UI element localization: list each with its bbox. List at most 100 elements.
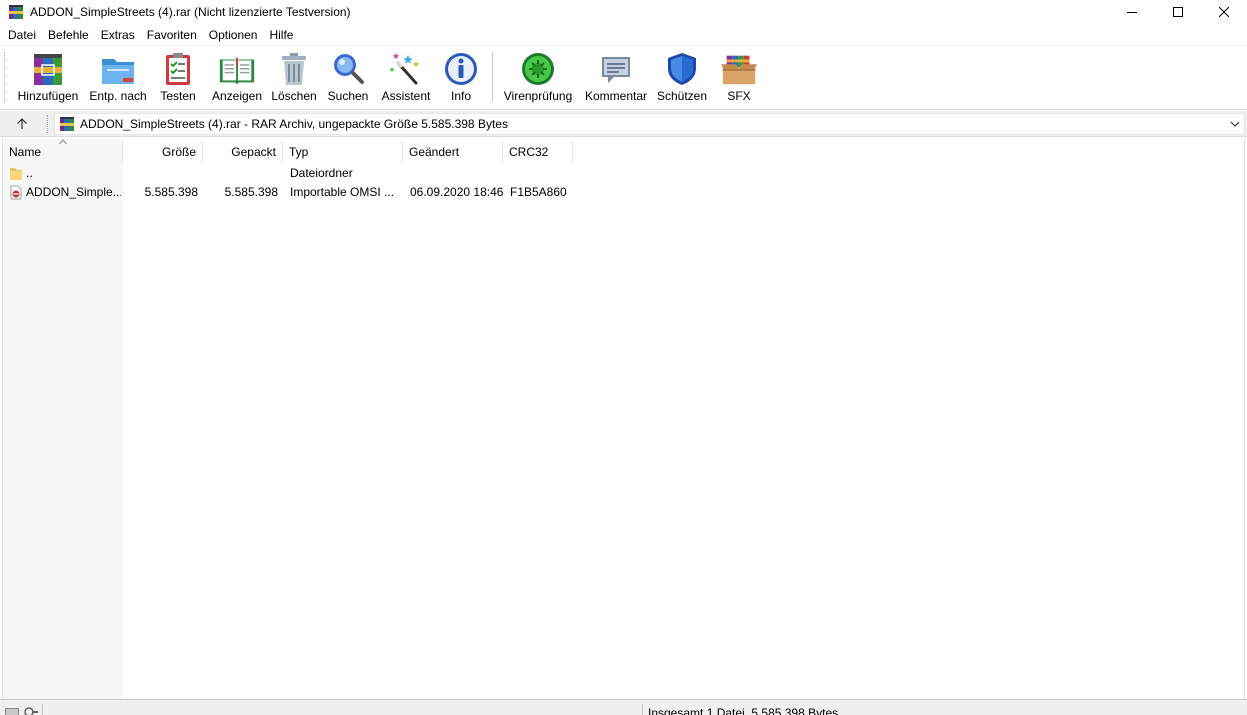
cell-crc32: F1B5A860 [510,185,567,199]
minimize-button[interactable] [1109,0,1155,24]
test-button[interactable]: Testen [156,50,200,106]
delete-button-label: Löschen [271,89,317,103]
sfx-button-label: SFX [727,89,751,103]
column-header-packed[interactable]: Gepackt [203,141,283,163]
name-column-background [3,139,123,699]
column-header-crc32[interactable]: CRC32 [503,141,573,163]
maximize-button[interactable] [1155,0,1201,24]
omsi-file-icon [10,185,22,200]
search-icon [334,54,364,84]
sfx-button[interactable]: SFX [716,50,762,106]
protect-button-label: Schützen [656,89,708,103]
cell-modified [410,164,505,183]
menu-bar: Datei Befehle Extras Favoriten Optionen … [0,24,1247,46]
menu-optionen[interactable]: Optionen [203,24,264,46]
menu-befehle[interactable]: Befehle [42,24,95,46]
sfx-box-icon [720,55,758,85]
info-icon [445,53,477,85]
menu-extras[interactable]: Extras [95,24,141,46]
sort-ascending-icon [59,139,67,145]
comment-button[interactable]: Kommentar [582,50,650,106]
add-button-label: Hinzufügen [17,89,79,103]
menu-favoriten[interactable]: Favoriten [141,24,203,46]
status-divider [42,704,43,715]
address-text: ADDON_SimpleStreets (4).rar - RAR Archiv… [80,117,508,131]
wizard-button-label: Assistent [381,89,431,103]
delete-button[interactable]: Löschen [270,50,318,106]
winrar-app-icon [9,5,23,19]
minimize-icon [1127,12,1137,13]
comment-button-label: Kommentar [584,89,648,103]
wizard-wand-icon [389,53,419,85]
file-list[interactable]: Name Größe Gepackt Typ Geändert CRC32 ..… [2,139,1244,699]
cell-name: .. [26,166,33,180]
address-grip[interactable] [47,115,49,133]
status-bar: Insgesamt 1 Datei, 5.585.398 Bytes [0,699,1247,715]
cell-packed [203,164,278,183]
cell-size [123,164,198,183]
column-header-modified[interactable]: Geändert [403,141,503,163]
toolbar: Hinzufügen Entp. nach Testen Anzeigen Lö… [0,46,1247,110]
add-archive-icon [34,54,62,85]
window-controls [1109,0,1247,24]
toolbar-separator [492,52,493,102]
cell-type: Importable OMSI ... [290,185,395,199]
view-button[interactable]: Anzeigen [208,50,266,106]
file-list-header: Name Größe Gepackt Typ Geändert CRC32 [3,139,1245,164]
close-icon [1219,7,1229,17]
column-header-name[interactable]: Name [3,139,123,163]
column-header-modified-label: Geändert [409,145,460,159]
cell-modified: 06.09.2020 18:46 [410,185,504,199]
test-button-label: Testen [160,89,196,103]
virus-scan-button-label: Virenprüfung [503,89,573,103]
search-button[interactable]: Suchen [326,50,370,106]
folder-icon [10,168,22,180]
title-bar: ADDON_SimpleStreets (4).rar (Nicht lizen… [0,0,1247,24]
virus-scan-button[interactable]: Virenprüfung [500,50,576,106]
protect-button[interactable]: Schützen [656,50,708,106]
info-button-label: Info [450,89,471,103]
address-bar: ADDON_SimpleStreets (4).rar - RAR Archiv… [0,111,1247,137]
trash-icon [282,53,306,85]
drive-icon[interactable] [4,706,20,715]
column-header-size-label: Größe [161,145,196,159]
view-book-icon [219,57,255,85]
toolbar-grip[interactable] [4,52,6,104]
menu-hilfe[interactable]: Hilfe [263,24,299,46]
virus-scan-icon [522,53,554,85]
up-one-level-button[interactable] [8,114,36,134]
cell-type: Dateiordner [290,166,353,180]
address-field[interactable]: ADDON_SimpleStreets (4).rar - RAR Archiv… [54,113,1245,135]
status-divider [642,704,643,715]
view-button-label: Anzeigen [211,89,263,103]
column-header-type[interactable]: Typ [283,141,403,163]
info-button[interactable]: Info [442,50,480,106]
extract-to-button[interactable]: Entp. nach [86,50,150,106]
add-button[interactable]: Hinzufügen [14,50,82,106]
window-title: ADDON_SimpleStreets (4).rar (Nicht lizen… [30,5,351,19]
table-row[interactable]: .. Dateiordner [3,164,1245,183]
column-header-size[interactable]: Größe [123,141,203,163]
arrow-up-icon [17,118,27,129]
wizard-button[interactable]: Assistent [378,50,434,106]
extract-folder-icon [102,59,134,84]
status-icons [4,706,39,715]
column-header-name-label: Name [9,145,42,159]
search-button-label: Suchen [327,89,369,103]
cell-crc32 [510,164,575,183]
column-header-type-label: Typ [289,145,309,159]
shield-icon [668,53,696,85]
test-checklist-icon [166,53,190,85]
cell-size: 5.585.398 [144,185,198,199]
maximize-icon [1173,7,1183,17]
column-header-packed-label: Gepackt [231,145,276,159]
chevron-down-icon[interactable] [1230,118,1240,130]
close-button[interactable] [1201,0,1247,24]
rar-archive-icon [60,117,74,131]
table-row[interactable]: ADDON_Simple... 5.585.398 5.585.398 Impo… [3,183,1245,202]
cell-name: ADDON_Simple... [26,185,121,199]
extract-to-button-label: Entp. nach [89,89,147,103]
menu-datei[interactable]: Datei [2,24,42,46]
key-lock-icon[interactable] [23,706,39,715]
comment-icon [602,57,630,83]
